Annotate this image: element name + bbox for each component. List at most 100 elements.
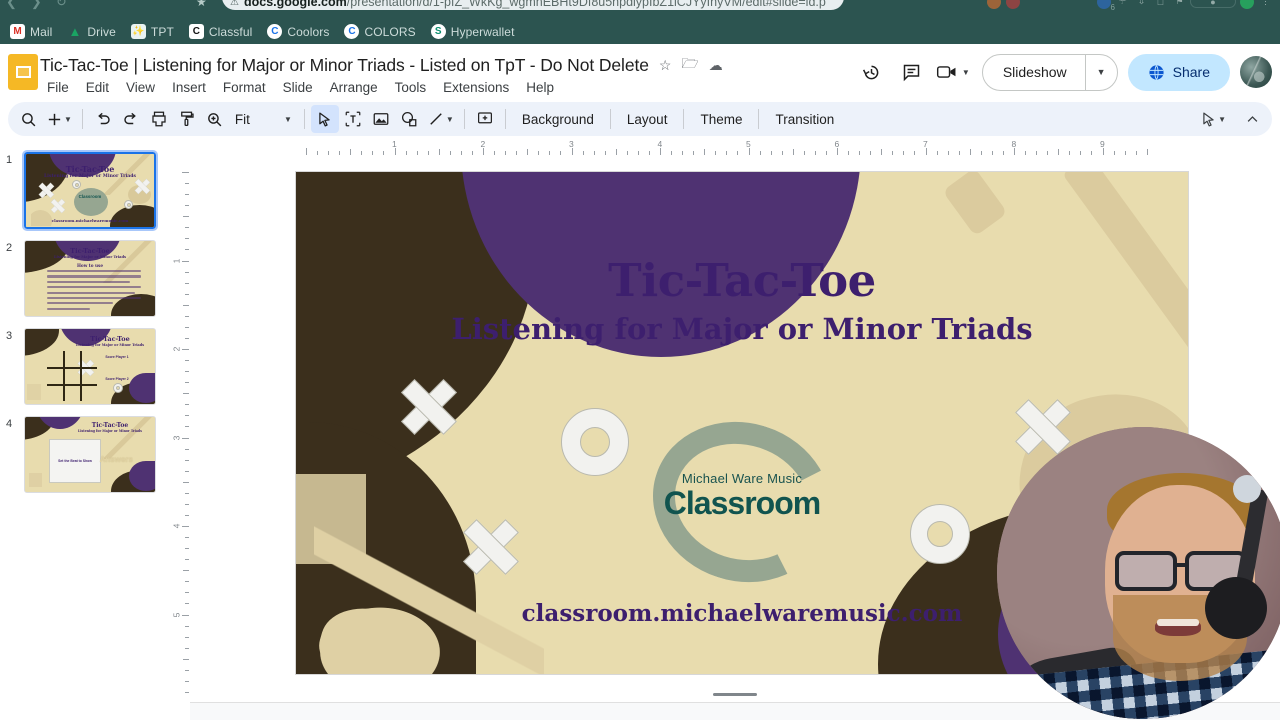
extension-icon-shield[interactable]: ☂ xyxy=(1114,0,1131,8)
menu-edit[interactable]: Edit xyxy=(79,79,116,96)
extension-icon-orange[interactable] xyxy=(985,0,1002,9)
cursor-select-icon[interactable] xyxy=(310,105,339,133)
menu-format[interactable]: Format xyxy=(216,79,273,96)
slide-filmstrip[interactable]: 1 Tic-Tac-Toe Listening for Major or Min… xyxy=(0,138,172,720)
slide-subtitle[interactable]: Listening for Major or Minor Triads xyxy=(296,312,1188,346)
menu-file[interactable]: File xyxy=(40,79,76,96)
menu-view[interactable]: View xyxy=(119,79,162,96)
hyperwallet-icon: S xyxy=(430,24,446,39)
comment-icon[interactable] xyxy=(892,52,932,92)
transition-button[interactable]: Transition xyxy=(765,105,844,133)
menu-tools[interactable]: Tools xyxy=(388,79,434,96)
filmstrip-slide-3[interactable]: 3 Tic-Tac-Toe Listening for Major or Min… xyxy=(0,324,172,412)
x-mark-graphic xyxy=(468,524,514,570)
bookmark-mail[interactable]: M Mail xyxy=(4,22,58,41)
slide-thumbnail-1[interactable]: Tic-Tac-Toe Listening for Major or Minor… xyxy=(22,150,158,231)
menu-bar: File Edit View Insert Format Slide Arran… xyxy=(40,79,561,96)
logo-big-text: Classroom xyxy=(663,485,821,521)
layout-button[interactable]: Layout xyxy=(617,105,678,133)
thumb3-subtitle: Listening for Major or Minor Triads xyxy=(76,343,144,347)
laser-pointer-icon[interactable]: ▼ xyxy=(1196,105,1230,133)
cloud-saved-icon[interactable]: ☁ xyxy=(709,57,723,74)
background-button[interactable]: Background xyxy=(512,105,604,133)
version-history-icon[interactable] xyxy=(852,52,892,92)
bookmark-star-icon[interactable]: ★ xyxy=(196,0,207,9)
bookmark-tpt[interactable]: ✨ TPT xyxy=(125,22,180,41)
thumb1-subtitle: Listening for Major or Minor Triads xyxy=(43,174,137,179)
whatsapp-icon[interactable] xyxy=(1238,0,1255,9)
extension-icon-blue[interactable]: 6 xyxy=(1095,0,1115,12)
chevron-down-icon[interactable]: ▼ xyxy=(1218,115,1226,124)
insert-line-icon[interactable]: ▼ xyxy=(423,105,458,133)
undo-icon[interactable] xyxy=(89,105,117,133)
print-icon[interactable] xyxy=(145,105,173,133)
browser-menu-icon[interactable]: ⋮ xyxy=(1257,0,1274,8)
zoom-dropdown-icon[interactable]: ▼ xyxy=(254,115,298,124)
chevron-down-icon[interactable]: ▼ xyxy=(446,115,454,124)
paint-format-icon[interactable] xyxy=(173,105,201,133)
thumb3-score-p2: Score Player 2 xyxy=(105,377,129,381)
reload-icon[interactable]: ↻ xyxy=(56,0,67,10)
new-slide-button[interactable]: ▼ xyxy=(42,105,76,133)
theme-button[interactable]: Theme xyxy=(690,105,752,133)
bookmark-classful[interactable]: C Classful xyxy=(183,22,258,41)
forward-arrow-icon[interactable]: ❯ xyxy=(31,0,42,10)
bookmarks-bar: M Mail ▲ Drive ✨ TPT C Classful C Coolor… xyxy=(0,19,1280,44)
ruler-tick-label: 4 xyxy=(657,139,663,149)
bookmark-coolors[interactable]: C Coolors xyxy=(261,22,335,41)
insert-image-icon[interactable] xyxy=(367,105,395,133)
extension-puzzle-icon[interactable]: □ xyxy=(1152,0,1169,8)
menu-arrange[interactable]: Arrange xyxy=(323,79,385,96)
bookmark-drive[interactable]: ▲ Drive xyxy=(61,22,122,41)
add-comment-icon[interactable] xyxy=(471,105,499,133)
slide-number: 1 xyxy=(6,154,13,166)
extension-icon-tag[interactable]: ⚑ xyxy=(1171,0,1188,8)
vertical-ruler[interactable]: 1 2 3 4 5 xyxy=(171,156,190,700)
menu-extensions[interactable]: Extensions xyxy=(436,79,516,96)
filmstrip-slide-4[interactable]: 4 Tic-Tac-Toe Listening for Major or Min… xyxy=(0,412,172,500)
slide-title[interactable]: Tic-Tac-Toe xyxy=(296,254,1188,307)
slide-thumbnail-4[interactable]: Tic-Tac-Toe Listening for Major or Minor… xyxy=(24,416,156,493)
google-slides-icon[interactable] xyxy=(8,54,38,90)
logo-small-text: Michael Ware Music xyxy=(681,471,803,486)
slideshow-button[interactable]: Slideshow xyxy=(983,55,1085,90)
speaker-notes-resize-handle[interactable] xyxy=(713,693,757,696)
star-icon[interactable]: ☆ xyxy=(659,57,672,74)
filmstrip-slide-1[interactable]: 1 Tic-Tac-Toe Listening for Major or Min… xyxy=(0,148,172,236)
not-secure-icon[interactable]: ⚠ xyxy=(230,0,239,9)
slide-thumbnail-2[interactable]: Tic-Tac-Toe Listening for Major or Minor… xyxy=(24,240,156,317)
downloads-icon[interactable]: ⇩ xyxy=(1133,0,1150,8)
profile-pill[interactable]: ● xyxy=(1190,0,1236,8)
share-button[interactable]: Share xyxy=(1127,53,1230,91)
horizontal-ruler[interactable]: 1 2 3 4 5 6 7 8 9 xyxy=(190,138,1280,156)
page-title[interactable]: Tic-Tac-Toe | Listening for Major or Min… xyxy=(40,55,649,76)
ruler-tick-label: 3 xyxy=(569,139,574,149)
text-box-icon[interactable] xyxy=(339,105,367,133)
redo-icon[interactable] xyxy=(117,105,145,133)
app-header: Tic-Tac-Toe | Listening for Major or Min… xyxy=(0,44,1280,100)
avatar[interactable] xyxy=(1240,56,1272,88)
menu-help[interactable]: Help xyxy=(519,79,561,96)
filmstrip-slide-2[interactable]: 2 Tic-Tac-Toe Listening for Major or Min… xyxy=(0,236,172,324)
browser-extension-tray: 6 ☂ ⇩ □ ⚑ ● ⋮ xyxy=(985,0,1274,12)
search-icon[interactable] xyxy=(14,105,42,133)
bookmark-hyperwallet[interactable]: S Hyperwallet xyxy=(425,22,521,41)
chevron-down-icon[interactable]: ▼ xyxy=(962,68,970,77)
o-mark-graphic xyxy=(561,408,629,476)
zoom-icon[interactable] xyxy=(201,105,229,133)
slideshow-dropdown-icon[interactable]: ▼ xyxy=(1084,54,1117,90)
address-bar[interactable]: ⚠ docs.google.com/presentation/d/1-pfZ_W… xyxy=(222,0,844,10)
menu-insert[interactable]: Insert xyxy=(165,79,213,96)
menu-slide[interactable]: Slide xyxy=(276,79,320,96)
chevron-down-icon[interactable]: ▼ xyxy=(64,115,72,124)
move-to-folder-icon[interactable]: 🗁 xyxy=(681,53,698,77)
back-arrow-icon[interactable]: ❮ xyxy=(6,0,17,10)
extension-icon-red[interactable] xyxy=(1004,0,1021,9)
zoom-level-value[interactable]: Fit xyxy=(229,112,254,127)
slide-thumbnail-3[interactable]: Tic-Tac-Toe Listening for Major or Minor… xyxy=(24,328,156,405)
bookmark-colors[interactable]: C COLORS xyxy=(338,22,421,41)
thumb4-title: Tic-Tac-Toe xyxy=(91,422,129,429)
chevron-up-icon[interactable] xyxy=(1238,105,1266,133)
insert-shape-icon[interactable] xyxy=(395,105,423,133)
video-camera-icon[interactable] xyxy=(932,52,962,92)
